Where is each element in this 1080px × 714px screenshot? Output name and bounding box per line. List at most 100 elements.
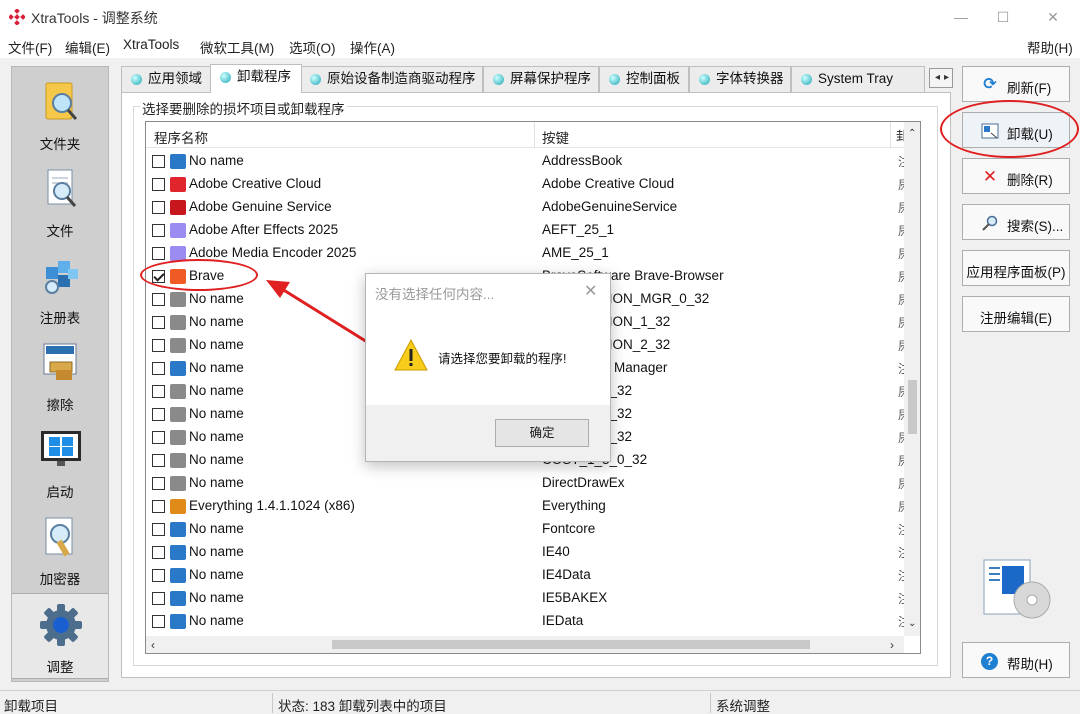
menu-actions[interactable]: 操作(A): [350, 37, 395, 57]
sidebar-item-eraser[interactable]: 擦除: [12, 332, 108, 418]
table-row[interactable]: Adobe Genuine Service AdobeGenuineService…: [146, 196, 910, 219]
program-key: IE5BAKEX: [542, 590, 608, 605]
dialog-ok-button[interactable]: 确定: [495, 419, 589, 447]
row-checkbox[interactable]: [152, 178, 165, 191]
vertical-scrollbar[interactable]: ⌃ ⌄: [904, 122, 920, 636]
row-checkbox[interactable]: [152, 293, 165, 306]
maximize-button[interactable]: ☐: [980, 4, 1026, 30]
table-row[interactable]: Everything 1.4.1.1024 (x86)Everything屄: [146, 495, 910, 518]
sidebar-label: 注册表: [39, 311, 81, 326]
scroll-left-icon[interactable]: ‹: [151, 638, 155, 652]
tab-uninstall[interactable]: 卸载程序: [210, 64, 302, 93]
program-key: IEData: [542, 613, 584, 628]
sidebar-item-registry[interactable]: 注册表: [12, 245, 108, 331]
scroll-down-icon[interactable]: ⌄: [908, 618, 916, 629]
app-icon: [170, 591, 186, 606]
row-checkbox[interactable]: [152, 454, 165, 467]
search-button[interactable]: 搜索(S)...: [962, 204, 1070, 240]
row-checkbox[interactable]: [152, 431, 165, 444]
row-checkbox[interactable]: [152, 247, 165, 260]
tab-dot-icon: [493, 74, 504, 85]
tab-label: 卸载程序: [237, 69, 291, 84]
delete-button[interactable]: ✕ 删除(R): [962, 158, 1070, 194]
program-key: Adobe Creative Cloud: [542, 176, 675, 191]
tab-font-converter[interactable]: 字体转换器: [689, 66, 791, 92]
program-name: No name: [189, 452, 244, 467]
row-checkbox[interactable]: [152, 546, 165, 559]
tab-screensaver[interactable]: 屏幕保护程序: [483, 66, 599, 92]
adobe-icon: [170, 200, 186, 215]
sidebar-item-folder[interactable]: 文件夹: [12, 71, 108, 157]
sidebar-item-file[interactable]: 文件: [12, 158, 108, 244]
tab-oem-drivers[interactable]: 原始设备制造商驱动程序: [300, 66, 483, 92]
row-checkbox[interactable]: [152, 408, 165, 421]
app-icon: [170, 522, 186, 537]
row-checkbox[interactable]: [152, 224, 165, 237]
table-row[interactable]: No nameIE40注: [146, 541, 910, 564]
program-name: No name: [189, 360, 244, 375]
vertical-scroll-thumb[interactable]: [908, 380, 917, 434]
sidebar-item-startup[interactable]: 启动: [12, 419, 108, 505]
installer-icon: [170, 407, 186, 422]
scroll-up-icon[interactable]: ⌃: [908, 128, 916, 139]
row-checkbox[interactable]: [152, 339, 165, 352]
program-name: No name: [189, 475, 244, 490]
row-checkbox[interactable]: [152, 201, 165, 214]
column-header-name[interactable]: 程序名称: [154, 127, 208, 147]
dialog-title: 没有选择任何内容...: [375, 287, 495, 302]
program-name: No name: [189, 567, 244, 582]
tab-application-areas[interactable]: 应用领域: [121, 66, 212, 92]
horizontal-scrollbar[interactable]: ‹ ›: [146, 636, 904, 653]
refresh-button[interactable]: ⟳ 刷新(F): [962, 66, 1070, 102]
row-checkbox[interactable]: [152, 155, 165, 168]
row-checkbox[interactable]: [152, 500, 165, 513]
tab-scroll-left-icon[interactable]: ◂: [935, 69, 940, 87]
status-divider: [272, 693, 273, 713]
table-row[interactable]: No nameDirectDrawEx屄: [146, 472, 910, 495]
row-checkbox[interactable]: [152, 385, 165, 398]
minimize-button[interactable]: —: [938, 4, 984, 30]
table-row[interactable]: No nameFontcore注: [146, 518, 910, 541]
table-row[interactable]: No nameAddressBook注: [146, 150, 910, 173]
delete-icon: ✕: [982, 167, 998, 186]
file-icon: [47, 169, 77, 207]
row-checkbox[interactable]: [152, 592, 165, 605]
menu-help[interactable]: 帮助(H): [1027, 37, 1073, 57]
table-row[interactable]: No nameIEData注: [146, 610, 910, 633]
table-row[interactable]: Adobe Media Encoder 2025AME_25_1屄: [146, 242, 910, 265]
table-row[interactable]: No nameIE4Data注: [146, 564, 910, 587]
tab-label: 控制面板: [626, 71, 680, 86]
sidebar-item-encryptor[interactable]: 加密器: [12, 506, 108, 592]
row-checkbox[interactable]: [152, 316, 165, 329]
row-checkbox[interactable]: [152, 615, 165, 628]
close-button[interactable]: ✕: [1030, 4, 1076, 30]
menu-microsoft-tools[interactable]: 微软工具(M): [200, 37, 274, 57]
app-control-panel-button[interactable]: 应用程序面板(P): [962, 250, 1070, 286]
registry-edit-button[interactable]: 注册编辑(E): [962, 296, 1070, 332]
menu-file[interactable]: 文件(F): [8, 37, 52, 57]
column-divider[interactable]: [890, 122, 891, 148]
column-divider[interactable]: [534, 122, 535, 148]
row-checkbox[interactable]: [152, 362, 165, 375]
menu-xtratools[interactable]: XtraTools: [123, 37, 179, 52]
row-checkbox[interactable]: [152, 569, 165, 582]
table-row[interactable]: Adobe Creative Cloud Adobe Creative Cloud…: [146, 173, 910, 196]
help-button[interactable]: ? 帮助(H): [962, 642, 1070, 678]
warning-dialog: 没有选择任何内容... ✕ 请选择您要卸载的程序! 确定: [365, 273, 611, 462]
sidebar-item-tweak[interactable]: 调整: [12, 593, 108, 679]
table-row[interactable]: Adobe After Effects 2025AEFT_25_1屄: [146, 219, 910, 242]
table-row[interactable]: No nameIE5BAKEX注: [146, 587, 910, 610]
tab-scroll-right-icon[interactable]: ▸: [944, 69, 949, 87]
menu-edit[interactable]: 编辑(E): [65, 37, 110, 57]
horizontal-scroll-thumb[interactable]: [332, 640, 810, 649]
program-name: Adobe Media Encoder 2025: [189, 245, 357, 260]
column-header-key[interactable]: 按键: [542, 127, 569, 147]
tab-control-panel[interactable]: 控制面板: [599, 66, 689, 92]
dialog-close-button[interactable]: ✕: [584, 281, 597, 301]
scroll-right-icon[interactable]: ›: [890, 638, 894, 652]
row-checkbox[interactable]: [152, 523, 165, 536]
tab-system-tray[interactable]: System Tray: [791, 66, 925, 92]
row-checkbox[interactable]: [152, 477, 165, 490]
tab-scroll-buttons[interactable]: ◂ ▸: [929, 68, 953, 88]
menu-options[interactable]: 选项(O): [289, 37, 336, 57]
